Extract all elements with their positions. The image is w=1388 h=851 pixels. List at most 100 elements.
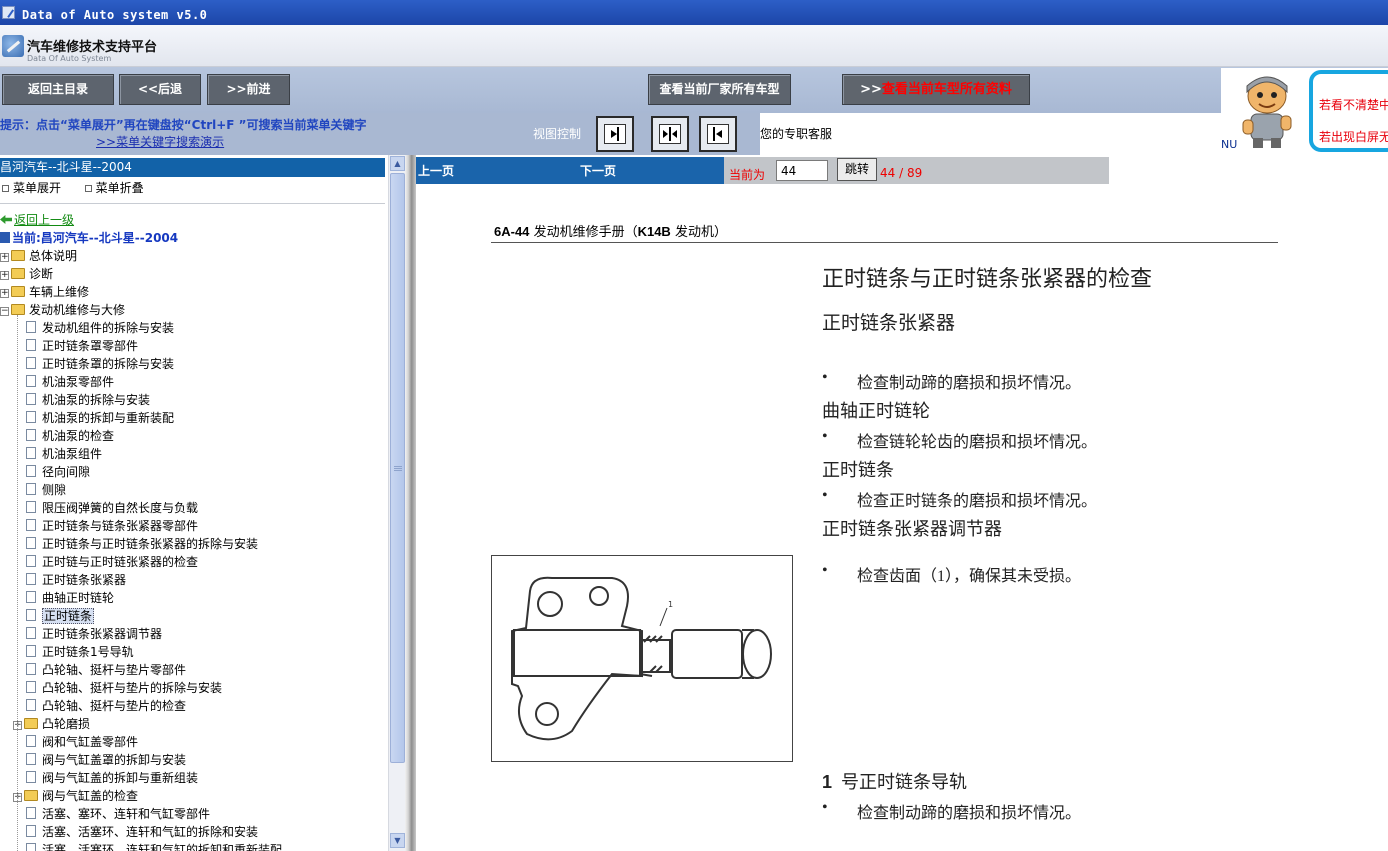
tree-item[interactable]: 正时链条张紧器	[26, 571, 126, 589]
tree-item-label: 活塞、活塞环、连轩和气缸的拆卸和重新装配	[42, 843, 283, 851]
go-button[interactable]: 跳转	[837, 158, 877, 181]
tree-item[interactable]: 正时链条与链条张紧器零部件	[26, 517, 198, 535]
tree-item[interactable]: 正时链条罩零部件	[26, 337, 138, 355]
back-button[interactable]: <<后退	[119, 74, 201, 105]
tree-item[interactable]: 正时链与正时链张紧器的检查	[26, 553, 198, 571]
tree-item-label: 阀与气缸盖的拆卸与重新组装	[42, 771, 199, 785]
tree-folder[interactable]: + 诊断	[0, 265, 53, 283]
menu-collapse-button[interactable]: 菜单折叠	[96, 181, 144, 195]
next-page-link[interactable]: 下一页	[580, 162, 616, 179]
tree-item[interactable]: 机油泵的拆卸与重新装配	[26, 409, 174, 427]
document-icon	[26, 843, 36, 851]
search-hint: 提示：点击“菜单展开”再在键盘按“Ctrl+F ”可搜索当前菜单关键字	[0, 118, 367, 132]
tree-back-link[interactable]: 返回上一级	[0, 211, 74, 229]
tree-item[interactable]: 径向间隙	[26, 463, 90, 481]
tree-item[interactable]: 阀与气缸盖罩的拆卸与安装	[26, 751, 186, 769]
tree-item[interactable]: 曲轴正时链轮	[26, 589, 114, 607]
document-icon	[26, 735, 36, 747]
tree-item-label: 阀与气缸盖罩的拆卸与安装	[42, 753, 187, 767]
tree-item[interactable]: 正时链条	[26, 607, 95, 625]
prev-page-link[interactable]: 上一页	[418, 162, 454, 179]
tree-item-label: 凸轮磨损	[42, 717, 91, 731]
back-arrow-icon	[0, 215, 12, 224]
folder-icon	[24, 790, 38, 801]
tree-item[interactable]: 凸轮轴、挺杆与垫片的检查	[26, 697, 186, 715]
search-demo-link[interactable]: >>菜单关键字搜索演示	[96, 133, 224, 150]
tree-item[interactable]: 正时链条与正时链条张紧器的拆除与安装	[26, 535, 258, 553]
tree-item-label: 凸轮轴、挺杆与垫片的拆除与安装	[42, 681, 223, 695]
document-icon	[26, 447, 36, 459]
tree-item[interactable]: 活塞、塞环、连轩和气缸零部件	[26, 805, 210, 823]
view-expand-left-button[interactable]	[699, 116, 737, 152]
tree-item[interactable]: 正时链条1号导轨	[26, 643, 134, 661]
tree-item-label: 发动机组件的拆除与安装	[42, 321, 175, 335]
subsection-tensioner: 正时链条张紧器	[822, 313, 956, 334]
plus-icon[interactable]: +	[0, 253, 9, 262]
tree-item[interactable]: 正时链条张紧器调节器	[26, 625, 162, 643]
page-code: 6A-44	[494, 224, 530, 239]
tree-item-label: 凸轮轴、挺杆与垫片零部件	[42, 663, 187, 677]
tree-item[interactable]: 侧隙	[26, 481, 66, 499]
menu-panel: 昌河汽车--北斗星--2004 菜单展开 菜单折叠 返回上一级 当前:昌河汽车-…	[0, 155, 387, 851]
plus-icon[interactable]: −	[0, 307, 9, 316]
tree-item-label: 正时链条与链条张紧器零部件	[42, 519, 199, 533]
tree-back-label: 返回上一级	[14, 213, 75, 227]
menu-scrollbar[interactable]: ▲ ▼	[388, 155, 405, 851]
plus-icon[interactable]: +	[0, 289, 9, 298]
folder-icon	[11, 286, 25, 297]
tree-item-label: 活塞、活塞环、连轩和气缸的拆除和安装	[42, 825, 259, 839]
scroll-thumb[interactable]	[390, 173, 405, 763]
tree-item-label: 正时链条与正时链条张紧器的拆除与安装	[42, 537, 259, 551]
tree-item[interactable]: 机油泵的拆除与安装	[26, 391, 150, 409]
support-ad[interactable]: 若看不清楚中 若出现白屏无 NU	[1221, 68, 1388, 155]
tree-item-label: 机油泵的拆卸与重新装配	[42, 411, 175, 425]
tree-folder[interactable]: + 车辆上维修	[0, 283, 89, 301]
tree-item[interactable]: 阀与气缸盖的拆卸与重新组装	[26, 769, 198, 787]
document-icon	[26, 825, 36, 837]
tree-folder[interactable]: + 总体说明	[0, 247, 77, 265]
service-label: 您的专职客服	[760, 127, 833, 141]
tree-item[interactable]: 活塞、活塞环、连轩和气缸的拆除和安装	[26, 823, 258, 841]
tree-item[interactable]: 阀和气缸盖零部件	[26, 733, 138, 751]
ad-line-1: 若看不清楚中	[1319, 98, 1388, 112]
view-expand-right-button[interactable]	[596, 116, 634, 152]
tree-item-label: 正时链条张紧器调节器	[42, 627, 163, 641]
tree-item-label: 正时链条罩零部件	[42, 339, 139, 353]
all-docs-button[interactable]: >>查看当前车型所有资料	[842, 74, 1030, 105]
document-icon	[26, 375, 36, 387]
tree-item[interactable]: 机油泵组件	[26, 445, 102, 463]
plus-icon[interactable]: +	[0, 271, 9, 280]
page-count: 44 / 89	[880, 166, 923, 180]
home-button[interactable]: 返回主目录	[2, 74, 114, 105]
tree-item[interactable]: 正时链条罩的拆除与安装	[26, 355, 174, 373]
document-icon	[26, 411, 36, 423]
tree-folder[interactable]: − 发动机维修与大修	[0, 301, 125, 319]
tree-item[interactable]: 机油泵零部件	[26, 373, 114, 391]
all-models-button[interactable]: 查看当前厂家所有车型	[648, 74, 791, 105]
tree-folder[interactable]: + 凸轮磨损	[13, 715, 90, 733]
tree-item[interactable]: 限压阀弹簧的自然长度与负载	[26, 499, 198, 517]
scroll-up-icon[interactable]: ▲	[390, 156, 405, 171]
tree-item[interactable]: 凸轮轴、挺杆与垫片的拆除与安装	[26, 679, 222, 697]
tree-item[interactable]: 活塞、活塞环、连轩和气缸的拆卸和重新装配	[26, 841, 282, 851]
tree-folder[interactable]: + 阀与气缸盖的检查	[13, 787, 138, 805]
tree-item[interactable]: 发动机组件的拆除与安装	[26, 319, 174, 337]
page-header: 6A-44 发动机维修手册（K14B 发动机）	[494, 221, 727, 240]
forward-button[interactable]: >>前进	[207, 74, 290, 105]
page-number-input[interactable]	[776, 160, 828, 181]
document-icon	[26, 483, 36, 495]
panel-splitter[interactable]	[405, 155, 416, 851]
tree-item[interactable]: 凸轮轴、挺杆与垫片零部件	[26, 661, 186, 679]
menu-divider	[0, 203, 385, 204]
collapse-icon	[84, 185, 92, 192]
split-arrows-icon	[659, 124, 681, 144]
tree-item[interactable]: 机油泵的检查	[26, 427, 114, 445]
brand-subtitle: Data Of Auto System	[27, 54, 112, 63]
double-arrow-icon: >>	[860, 82, 882, 97]
view-split-button[interactable]	[651, 116, 689, 152]
bullet-adjuster: 检查齿面（1），确保其未受损。	[822, 562, 1081, 586]
scroll-down-icon[interactable]: ▼	[390, 833, 405, 848]
tree-item-label: 限压阀弹簧的自然长度与负载	[42, 501, 199, 515]
menu-expand-button[interactable]: 菜单展开	[13, 181, 61, 195]
current-page-label: 当前为	[729, 168, 766, 182]
